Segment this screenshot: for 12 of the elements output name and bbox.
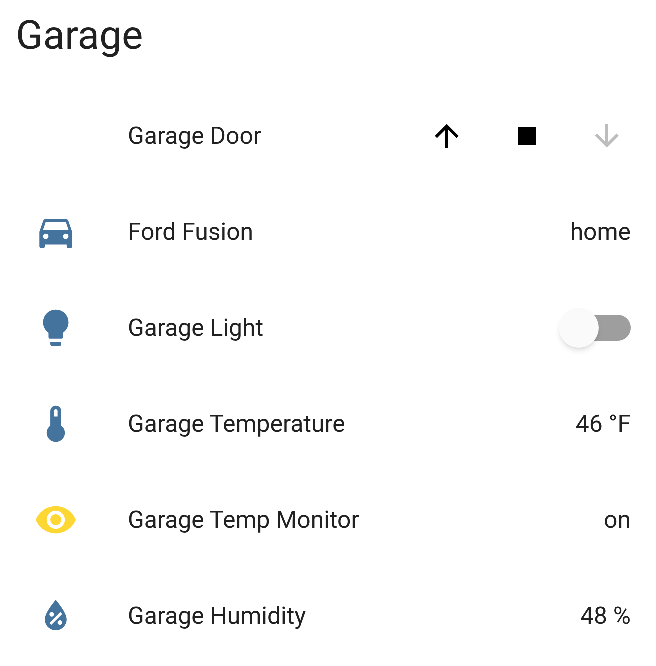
- state-value: home: [570, 217, 631, 248]
- entity-name: Garage Door: [128, 121, 262, 152]
- state-value: 46 °F: [576, 409, 631, 440]
- state-value: 48 %: [580, 601, 631, 632]
- card-title: Garage: [16, 11, 144, 61]
- entity-name: Garage Temperature: [128, 409, 346, 440]
- entity-name: Garage Temp Monitor: [128, 505, 360, 536]
- entity-name: Garage Humidity: [128, 601, 306, 632]
- entity-name: Garage Light: [128, 313, 264, 344]
- toggle-switch[interactable]: [559, 308, 631, 348]
- entity-name: Ford Fusion: [128, 217, 254, 248]
- state-value: on: [604, 505, 631, 536]
